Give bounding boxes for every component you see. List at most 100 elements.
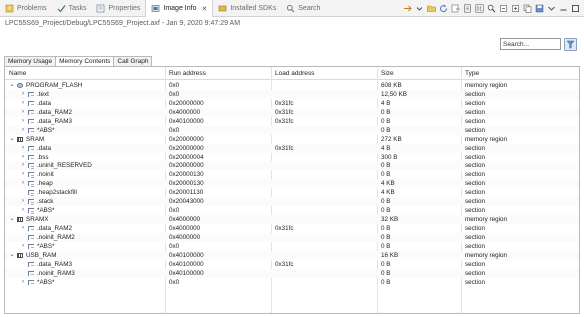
section-icon (28, 91, 34, 97)
section-row[interactable]: › .text 0x0 12,50 KB section (5, 89, 579, 99)
cell-run-address: 0x4000000 (169, 216, 201, 224)
binary-icon[interactable]: 01 (475, 4, 484, 13)
chevron-right-icon[interactable]: › (20, 126, 26, 135)
expand-all-icon[interactable] (511, 4, 520, 13)
close-icon[interactable]: ✕ (201, 5, 207, 13)
column-header-type[interactable]: Type (465, 70, 479, 77)
tab-installed-sdks[interactable]: Installed SDKs (213, 0, 281, 16)
cell-run-address: 0x20000000 (169, 135, 204, 143)
cell-run-address: 0x4000000 (169, 233, 201, 241)
section-row[interactable]: › .data_RAM3 0x40100000 0x31fc 0 B section (5, 117, 579, 126)
section-row[interactable]: .heap2stackfill 0x20001130 4 KB section (5, 188, 579, 197)
chevron-right-icon[interactable]: › (20, 161, 26, 170)
section-row[interactable]: › .stack 0x20043000 0 B section (5, 197, 579, 207)
search-input[interactable] (500, 38, 561, 50)
chevron-down-icon[interactable]: ⌄ (9, 215, 15, 224)
cell-type: section (465, 189, 485, 197)
chevron-down-icon[interactable]: ⌄ (9, 81, 15, 90)
chevron-down-icon[interactable]: ⌄ (9, 135, 15, 144)
cell-run-address: 0x40100000 (169, 269, 204, 277)
chevron-right-icon[interactable]: › (20, 224, 26, 233)
memory-region-row[interactable]: ⌄ PROGRAM_FLASH 0x0 608 KB memory region (5, 81, 579, 90)
column-header-run-address[interactable]: Run address (169, 70, 206, 77)
column-header-size[interactable]: Size (381, 70, 394, 77)
section-row[interactable]: › .uninit_RESERVED 0x20000000 0 B section (5, 161, 579, 171)
section-row[interactable]: › .data_RAM2 0x4000000 0x31fc 0 B section (5, 107, 579, 117)
minimize-icon[interactable] (559, 4, 568, 13)
cell-size: 4 B (381, 144, 391, 152)
section-row[interactable]: › *ABS* 0x0 0 B section (5, 206, 579, 215)
cell-size: 0 B (381, 126, 391, 134)
maximize-icon[interactable] (571, 4, 580, 13)
chevron-right-icon[interactable]: › (20, 90, 26, 99)
chevron-right-icon[interactable]: › (20, 117, 26, 126)
sync-icon[interactable] (403, 4, 412, 13)
refresh-icon[interactable] (439, 4, 448, 13)
cell-name: .data (37, 99, 52, 107)
chevron-down-icon[interactable]: ⌄ (9, 251, 15, 260)
cell-run-address: 0x40100000 (169, 260, 204, 268)
tab-search[interactable]: Search (281, 0, 325, 16)
cell-run-address: 0x0 (169, 90, 180, 98)
cell-name: .data_RAM3 (37, 117, 73, 125)
section-row[interactable]: › .bss 0x20000004 300 B section (5, 153, 579, 162)
column-header-load-address[interactable]: Load address (275, 70, 314, 77)
open-folder-icon[interactable] (427, 4, 436, 13)
section-row[interactable]: › .noinit 0x20000130 0 B section (5, 170, 579, 179)
section-icon (28, 208, 34, 214)
cell-load-address: 0x31fc (275, 108, 294, 116)
section-row[interactable]: › *ABS* 0x0 0 B section (5, 278, 579, 287)
cell-run-address: 0x0 (169, 82, 180, 89)
section-row[interactable]: › .data 0x20000000 0x31fc 4 B section (5, 143, 579, 153)
tab-tasks[interactable]: Tasks (52, 0, 92, 16)
cell-size: 16 KB (381, 251, 399, 259)
tab-image-info[interactable]: Image Info ✕ (145, 0, 214, 17)
section-row[interactable]: › *ABS* 0x0 0 B section (5, 242, 579, 251)
chevron-right-icon[interactable]: › (20, 108, 26, 117)
section-row[interactable]: .noinit_RAM3 0x40100000 0 B section (5, 268, 579, 278)
section-row[interactable]: .noinit_RAM2 0x4000000 0 B section (5, 232, 579, 242)
cell-type: section (465, 108, 485, 116)
chevron-right-icon[interactable]: › (20, 197, 26, 206)
table-body: ⌄ PROGRAM_FLASH 0x0 608 KB memory region › .te… (5, 81, 579, 287)
memory-region-row[interactable]: ⌄ SRAMX 0x4000000 32 KB memory region (5, 215, 579, 224)
section-row[interactable]: .data_RAM3 0x40100000 0x31fc 0 B section (5, 260, 579, 269)
cell-name: .noinit_RAM2 (37, 233, 75, 241)
copy-icon[interactable] (523, 4, 532, 13)
chevron-right-icon[interactable]: › (20, 170, 26, 179)
section-row[interactable]: › .heap 0x20000130 4 KB section (5, 179, 579, 189)
cell-size: 0 B (381, 269, 391, 277)
chevron-down-icon[interactable] (415, 4, 424, 13)
chevron-right-icon[interactable]: › (20, 206, 26, 215)
section-row[interactable]: › .data 0x20000000 0x31fc 4 B section (5, 99, 579, 108)
chevron-right-icon[interactable]: › (20, 278, 26, 287)
section-icon (28, 270, 34, 276)
tab-properties[interactable]: Properties (91, 0, 145, 16)
chevron-right-icon[interactable]: › (20, 144, 26, 153)
column-header-name[interactable]: Name (9, 70, 26, 77)
section-row[interactable]: › *ABS* 0x0 0 B section (5, 125, 579, 135)
cell-name: *ABS* (37, 126, 55, 134)
chevron-right-icon[interactable]: › (20, 242, 26, 251)
document-icon[interactable] (463, 4, 472, 13)
chevron-right-icon[interactable]: › (20, 153, 26, 162)
tab-label: Problems (17, 4, 47, 12)
save-icon[interactable] (535, 4, 544, 13)
chevron-right-icon[interactable]: › (20, 99, 26, 108)
filter-button[interactable] (564, 38, 577, 51)
section-row[interactable]: › .data_RAM2 0x4000000 0x31fc 0 B section (5, 224, 579, 233)
cell-type: section (465, 171, 485, 179)
section-icon (28, 109, 34, 115)
memory-region-row[interactable]: ⌄ SRAM 0x20000000 272 KB memory region (5, 135, 579, 144)
view-menu-icon[interactable] (547, 4, 556, 13)
section-icon (28, 172, 34, 178)
cell-name: .text (37, 90, 49, 98)
tab-problems[interactable]: Problems (0, 0, 52, 16)
zoom-icon[interactable] (487, 4, 496, 13)
memory-region-row[interactable]: ⌄ USB_RAM 0x40100000 16 KB memory region (5, 250, 579, 260)
cell-name: .data_RAM3 (37, 260, 73, 268)
search-icon (286, 4, 295, 13)
chevron-right-icon[interactable]: › (20, 179, 26, 188)
export-icon[interactable] (451, 4, 460, 13)
collapse-all-icon[interactable] (499, 4, 508, 13)
